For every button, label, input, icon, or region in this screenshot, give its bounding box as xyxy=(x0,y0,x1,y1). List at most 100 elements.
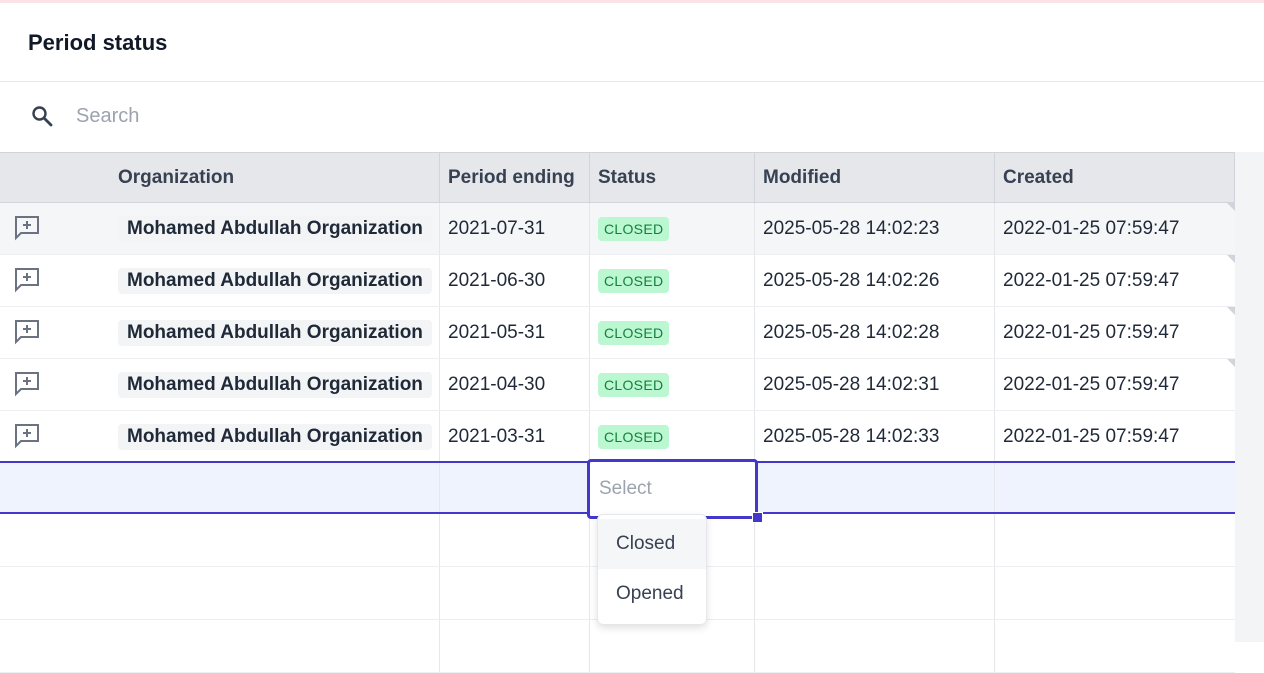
row-actions-cell xyxy=(0,203,110,254)
table-row[interactable]: Mohamed Abdullah Organization 2021-04-30… xyxy=(0,359,1235,411)
new-row-created-cell[interactable] xyxy=(995,463,1235,512)
modified-cell[interactable]: 2025-05-28 14:02:28 xyxy=(755,307,995,358)
created-value: 2022-01-25 07:59:47 xyxy=(1003,373,1180,395)
table-row[interactable]: Mohamed Abdullah Organization 2021-03-31… xyxy=(0,411,1235,463)
empty-cell xyxy=(755,514,995,566)
status-option-closed[interactable]: Closed xyxy=(598,519,706,569)
new-row-modified-cell[interactable] xyxy=(755,463,995,512)
empty-cell xyxy=(755,620,995,672)
organization-cell[interactable]: Mohamed Abdullah Organization xyxy=(110,411,440,462)
modified-cell[interactable]: 2025-05-28 14:02:26 xyxy=(755,255,995,306)
table-row[interactable]: Mohamed Abdullah Organization 2021-07-31… xyxy=(0,203,1235,255)
search-input[interactable] xyxy=(66,99,666,133)
cell-note-marker xyxy=(1227,255,1235,263)
created-cell[interactable]: 2022-01-25 07:59:47 xyxy=(995,203,1235,254)
created-value: 2022-01-25 07:59:47 xyxy=(1003,217,1180,239)
cell-note-marker xyxy=(1227,359,1235,367)
new-row-period-ending-cell[interactable] xyxy=(440,463,590,512)
column-header-organization[interactable]: Organization xyxy=(110,153,440,202)
period-ending-cell[interactable]: 2021-07-31 xyxy=(440,203,590,254)
cell-note-marker xyxy=(1227,203,1235,211)
add-comment-icon[interactable] xyxy=(14,371,40,397)
organization-cell[interactable]: Mohamed Abdullah Organization xyxy=(110,203,440,254)
organization-name: Mohamed Abdullah Organization xyxy=(118,319,432,346)
status-badge: CLOSED xyxy=(598,268,670,293)
status-cell[interactable]: CLOSED xyxy=(590,359,755,410)
empty-cell xyxy=(590,620,755,672)
organization-cell[interactable]: Mohamed Abdullah Organization xyxy=(110,307,440,358)
period-ending-cell[interactable]: 2021-03-31 xyxy=(440,411,590,462)
empty-cell xyxy=(995,620,1235,672)
row-actions-cell xyxy=(0,307,110,358)
empty-cell xyxy=(755,567,995,619)
empty-cell xyxy=(0,620,110,672)
created-cell[interactable]: 2022-01-25 07:59:47 xyxy=(995,307,1235,358)
created-cell[interactable]: 2022-01-25 07:59:47 xyxy=(995,359,1235,410)
status-badge: CLOSED xyxy=(598,372,670,397)
add-comment-icon[interactable] xyxy=(14,423,40,449)
organization-cell[interactable]: Mohamed Abdullah Organization xyxy=(110,255,440,306)
page-title: Period status xyxy=(28,30,168,55)
row-actions-cell xyxy=(0,255,110,306)
new-row-organization-cell[interactable] xyxy=(110,463,440,512)
status-cell[interactable]: CLOSED xyxy=(590,307,755,358)
empty-cell xyxy=(440,620,590,672)
period-ending-cell[interactable]: 2021-04-30 xyxy=(440,359,590,410)
modified-cell[interactable]: 2025-05-28 14:02:31 xyxy=(755,359,995,410)
period-ending-cell[interactable]: 2021-05-31 xyxy=(440,307,590,358)
created-value: 2022-01-25 07:59:47 xyxy=(1003,269,1180,291)
empty-cell xyxy=(110,620,440,672)
column-header-status[interactable]: Status xyxy=(590,153,755,202)
new-row-actions-cell xyxy=(0,463,110,512)
modified-cell[interactable]: 2025-05-28 14:02:23 xyxy=(755,203,995,254)
organization-name: Mohamed Abdullah Organization xyxy=(118,215,432,242)
empty-cell xyxy=(110,514,440,566)
row-actions-cell xyxy=(0,411,110,462)
empty-row xyxy=(0,620,1235,673)
status-option-opened[interactable]: Opened xyxy=(598,569,706,619)
status-select-editor[interactable]: Select xyxy=(587,459,758,519)
organization-cell[interactable]: Mohamed Abdullah Organization xyxy=(110,359,440,410)
organization-name: Mohamed Abdullah Organization xyxy=(118,267,432,294)
created-value: 2022-01-25 07:59:47 xyxy=(1003,321,1180,343)
column-header-period-ending[interactable]: Period ending xyxy=(440,153,590,202)
fill-handle[interactable] xyxy=(752,512,763,523)
period-ending-cell[interactable]: 2021-06-30 xyxy=(440,255,590,306)
add-comment-icon[interactable] xyxy=(14,319,40,345)
status-cell[interactable]: CLOSED xyxy=(590,255,755,306)
empty-cell xyxy=(995,567,1235,619)
search-bar xyxy=(0,82,1264,152)
empty-cell xyxy=(0,514,110,566)
organization-name: Mohamed Abdullah Organization xyxy=(118,371,432,398)
table-row[interactable]: Mohamed Abdullah Organization 2021-06-30… xyxy=(0,255,1235,307)
table-header: Organization Period ending Status Modifi… xyxy=(0,152,1235,203)
add-comment-icon[interactable] xyxy=(14,267,40,293)
column-header-created[interactable]: Created xyxy=(995,153,1235,202)
column-header-actions xyxy=(0,153,110,202)
search-icon xyxy=(32,106,53,127)
status-dropdown-menu: Closed Opened xyxy=(597,514,707,625)
vertical-scrollbar[interactable] xyxy=(1235,152,1264,642)
add-comment-icon[interactable] xyxy=(14,215,40,241)
created-cell[interactable]: 2022-01-25 07:59:47 xyxy=(995,255,1235,306)
empty-cell xyxy=(995,514,1235,566)
page-header: Period status xyxy=(0,3,1264,82)
row-actions-cell xyxy=(0,359,110,410)
status-cell[interactable]: CLOSED xyxy=(590,411,755,462)
column-header-modified[interactable]: Modified xyxy=(755,153,995,202)
cell-note-marker xyxy=(1227,307,1235,315)
status-select-placeholder: Select xyxy=(599,478,652,499)
empty-cell xyxy=(110,567,440,619)
modified-cell[interactable]: 2025-05-28 14:02:33 xyxy=(755,411,995,462)
table-row[interactable]: Mohamed Abdullah Organization 2021-05-31… xyxy=(0,307,1235,359)
status-badge: CLOSED xyxy=(598,424,670,449)
status-badge: CLOSED xyxy=(598,320,670,345)
empty-cell xyxy=(440,514,590,566)
empty-cell xyxy=(0,567,110,619)
created-cell[interactable]: 2022-01-25 07:59:47 xyxy=(995,411,1235,462)
status-badge: CLOSED xyxy=(598,216,670,241)
created-value: 2022-01-25 07:59:47 xyxy=(1003,425,1180,447)
empty-cell xyxy=(440,567,590,619)
status-cell[interactable]: CLOSED xyxy=(590,203,755,254)
organization-name: Mohamed Abdullah Organization xyxy=(118,423,432,450)
